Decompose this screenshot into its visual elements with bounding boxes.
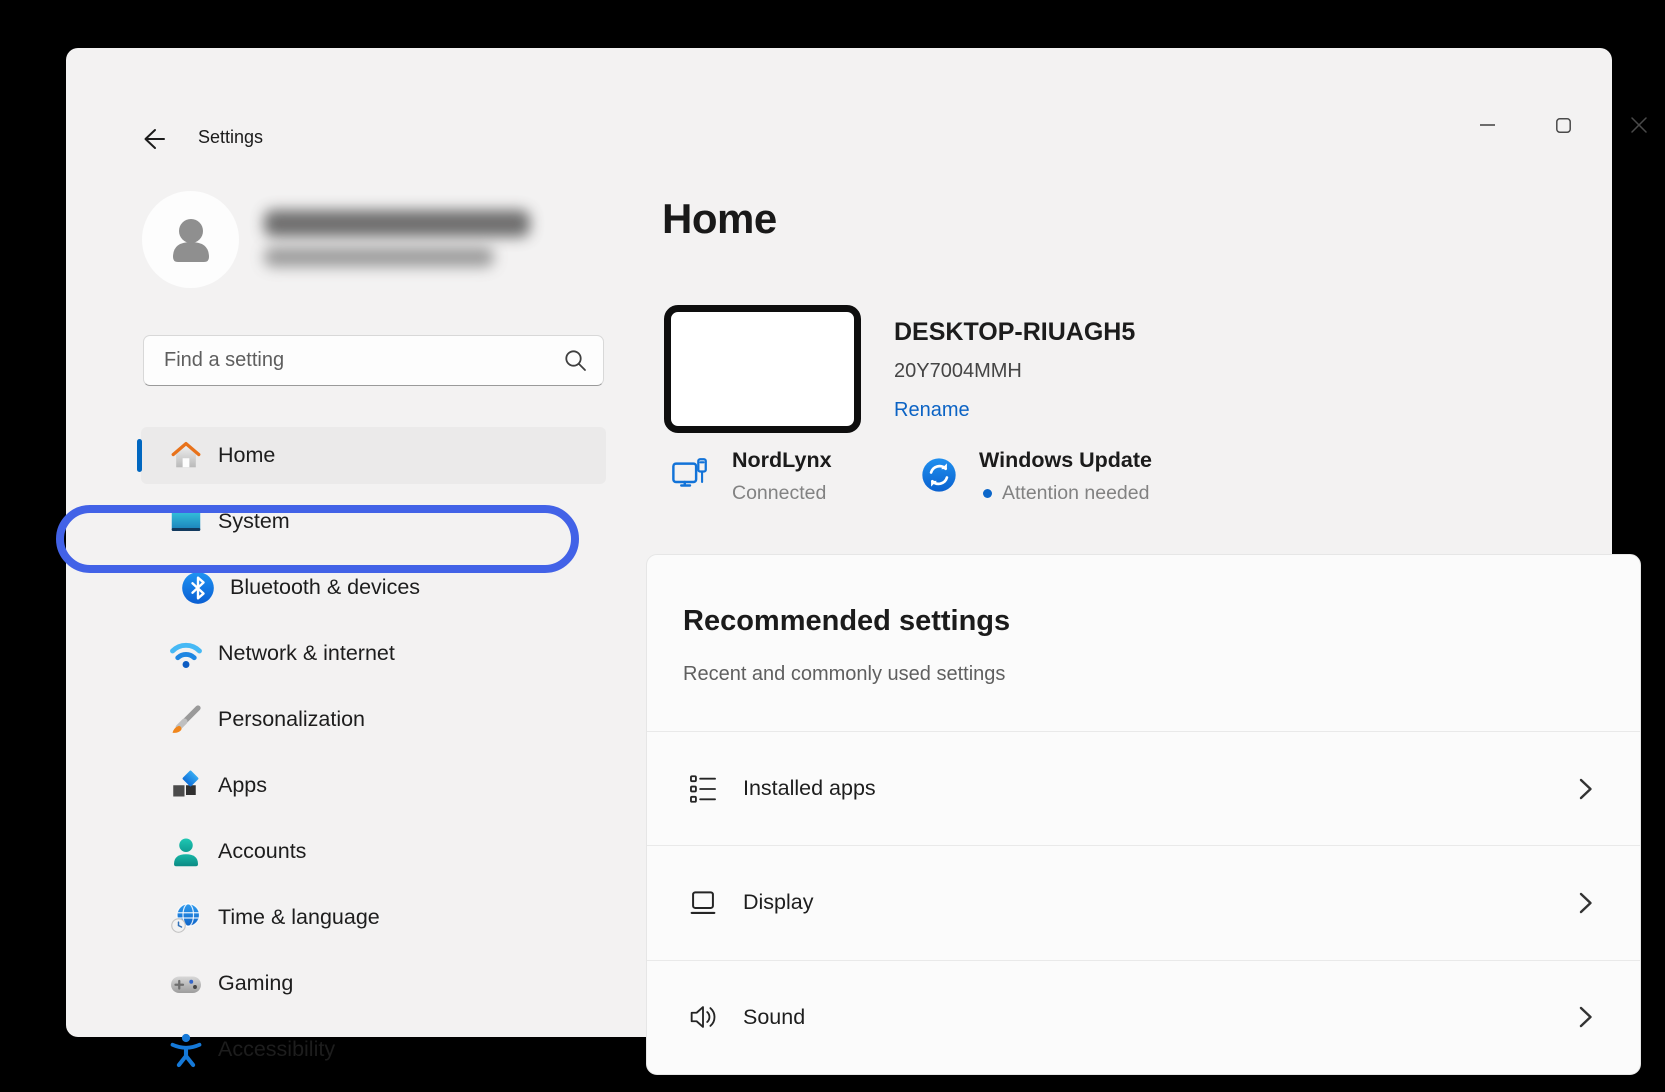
display-icon [683,883,723,923]
titlebar: Settings [66,48,1612,158]
search-icon [564,349,587,372]
personalization-icon [167,701,205,739]
user-email-redacted [264,247,494,267]
sidebar-nav: Home System [141,427,606,1087]
sidebar-item-accessibility[interactable]: Accessibility [141,1021,606,1078]
sidebar-item-label: Network & internet [218,641,395,666]
close-button[interactable] [1615,108,1663,142]
windows-update-icon [917,453,961,497]
maximize-icon [1556,118,1571,133]
app-title: Settings [198,127,263,148]
sidebar-item-label: Bluetooth & devices [230,575,420,600]
status-tile-subtitle: Connected [732,482,826,505]
sidebar-item-personalization[interactable]: Personalization [141,691,606,748]
sidebar-item-gaming[interactable]: Gaming [141,955,606,1012]
home-icon [167,437,205,475]
network-icon [167,635,205,673]
system-icon [167,503,205,541]
card-subtitle: Recent and commonly used settings [683,663,1005,686]
apps-icon [167,767,205,805]
card-title: Recommended settings [683,605,1010,638]
sidebar-item-label: Time & language [218,905,380,930]
row-label: Display [743,890,1574,915]
sidebar-item-bluetooth-devices[interactable]: Bluetooth & devices [141,559,606,616]
row-display[interactable]: Display [647,845,1640,959]
sidebar-item-label: Accessibility [218,1037,335,1062]
search-input[interactable] [144,349,564,372]
gaming-icon [167,965,205,1003]
device-name: DESKTOP-RIUAGH5 [894,318,1135,347]
user-name-redacted [264,210,530,237]
person-icon [162,211,220,269]
accounts-icon [167,833,205,871]
row-label: Sound [743,1005,1574,1030]
row-sound[interactable]: Sound [647,960,1640,1074]
minimize-button[interactable] [1464,108,1512,142]
installed-apps-icon [683,769,723,809]
chevron-right-icon [1574,890,1596,916]
sidebar-item-home[interactable]: Home [141,427,606,484]
ethernet-icon [668,453,712,497]
device-model: 20Y7004MMH [894,360,1022,383]
avatar[interactable] [142,191,239,288]
chevron-right-icon [1574,776,1596,802]
sidebar-item-label: System [218,509,290,534]
settings-window: Settings [66,48,1612,1037]
status-tile-title[interactable]: Windows Update [979,448,1152,473]
back-button[interactable] [138,124,168,154]
minimize-icon [1480,123,1496,127]
search-box [143,335,604,386]
status-tile-title[interactable]: NordLynx [732,448,832,473]
sidebar-item-accounts[interactable]: Accounts [141,823,606,880]
card-header: Recommended settings Recent and commonly… [647,555,1640,731]
sidebar-item-apps[interactable]: Apps [141,757,606,814]
back-arrow-icon [138,124,168,154]
attention-dot [983,489,992,498]
selected-indicator [137,439,142,472]
close-icon [1631,117,1647,133]
recommended-settings-card: Recommended settings Recent and commonly… [646,554,1641,1075]
chevron-right-icon [1574,1004,1596,1030]
status-tile-subtitle: Attention needed [1002,482,1149,505]
sidebar-item-time-language[interactable]: Time & language [141,889,606,946]
sidebar-item-system[interactable]: System [141,493,606,550]
accessibility-icon [167,1031,205,1069]
device-thumbnail [664,305,861,433]
sidebar-item-label: Gaming [218,971,293,996]
sidebar-item-label: Personalization [218,707,365,732]
row-installed-apps[interactable]: Installed apps [647,731,1640,845]
rename-link[interactable]: Rename [894,399,970,422]
sidebar-item-label: Accounts [218,839,306,864]
card-rows: Installed apps Display [647,731,1640,1074]
page-title: Home [662,195,777,243]
maximize-button[interactable] [1539,108,1587,142]
sidebar-item-network-internet[interactable]: Network & internet [141,625,606,682]
desktop-background: Settings [0,0,1665,1092]
bluetooth-icon [179,569,217,607]
time-language-icon [167,899,205,937]
sidebar-item-label: Apps [218,773,267,798]
sidebar-item-label: Home [218,443,275,468]
sound-icon [683,997,723,1037]
row-label: Installed apps [743,776,1574,801]
